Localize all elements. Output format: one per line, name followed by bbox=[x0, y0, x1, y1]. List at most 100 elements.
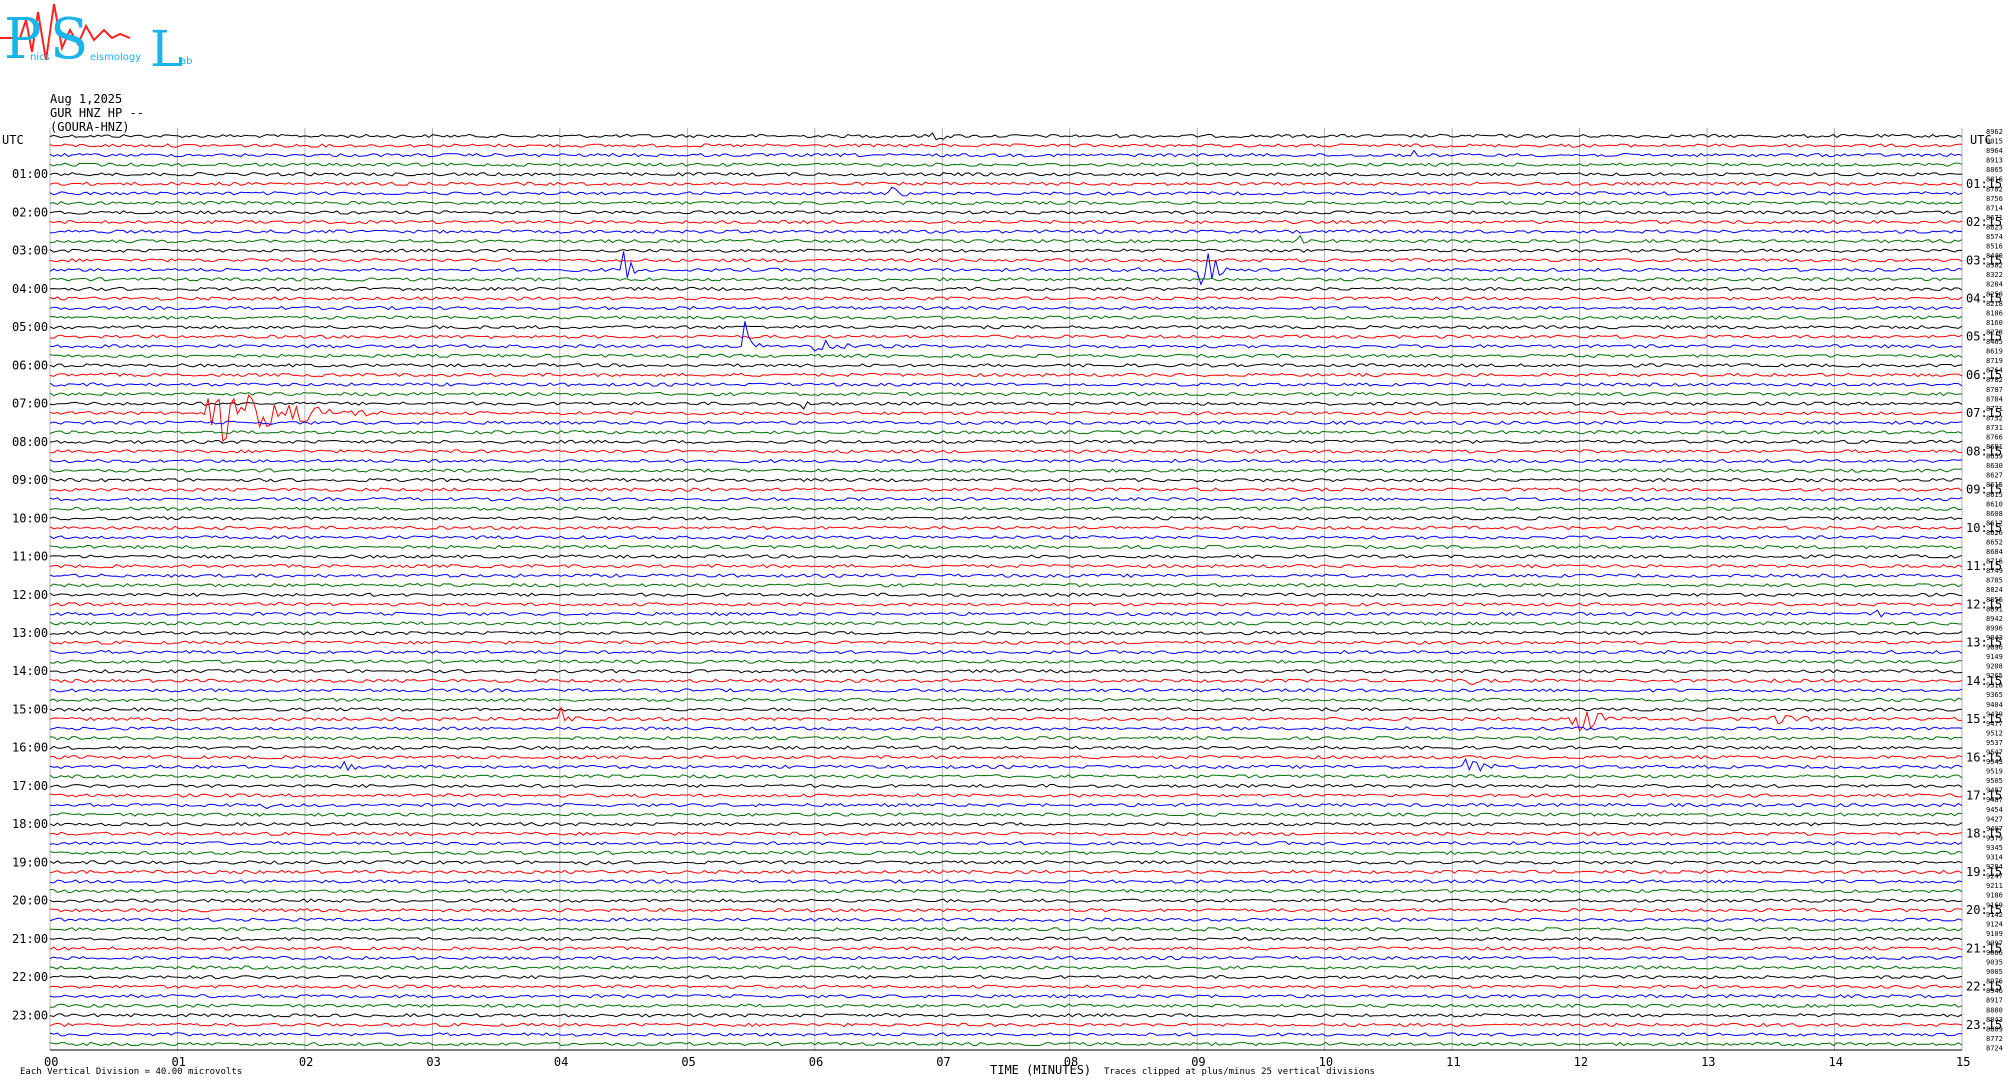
right-count-label: 8671 bbox=[1986, 214, 2003, 222]
right-count-label: 9149 bbox=[1986, 653, 2003, 661]
right-count-label: 8623 bbox=[1986, 223, 2003, 231]
trace-line-21 bbox=[49, 334, 1963, 339]
right-count-label: 9005 bbox=[1986, 968, 2003, 976]
right-count-label: 8782 bbox=[1986, 376, 2003, 384]
trace-line-1 bbox=[49, 143, 1962, 148]
trace-line-59 bbox=[49, 697, 1963, 703]
right-count-label: 9407 bbox=[1986, 825, 2003, 833]
trace-line-72 bbox=[49, 821, 1963, 827]
trace-line-31 bbox=[49, 430, 1963, 435]
trace-line-62 bbox=[49, 726, 1963, 731]
trace-line-53 bbox=[49, 640, 1963, 645]
right-count-label: 8964 bbox=[1986, 147, 2003, 155]
right-count-label: 9379 bbox=[1986, 834, 2003, 842]
right-count-label: 8284 bbox=[1986, 281, 2003, 289]
trace-line-70 bbox=[49, 802, 1963, 810]
right-count-label: 8752 bbox=[1986, 414, 2003, 422]
trace-line-76 bbox=[49, 860, 1963, 866]
trace-line-58 bbox=[49, 688, 1963, 693]
trace-line-85 bbox=[49, 946, 1963, 951]
right-count-label: 9169 bbox=[1986, 901, 2003, 909]
trace-line-34 bbox=[49, 458, 1963, 464]
right-count-label: 8627 bbox=[1986, 472, 2003, 480]
trace-line-25 bbox=[49, 372, 1963, 378]
left-hour-label: 20:00 bbox=[12, 894, 48, 908]
trace-line-3 bbox=[49, 162, 1963, 167]
right-count-label: 9284 bbox=[1986, 863, 2003, 871]
right-count-label: 9454 bbox=[1986, 806, 2003, 814]
left-hour-label: 02:00 bbox=[12, 205, 48, 219]
left-hour-label: 13:00 bbox=[12, 626, 48, 640]
right-count-label: 9487 bbox=[1986, 787, 2003, 795]
left-hour-label: 09:00 bbox=[12, 473, 48, 487]
right-count-label: 8785 bbox=[1986, 577, 2003, 585]
left-hour-label: 22:00 bbox=[12, 970, 48, 984]
trace-line-35 bbox=[49, 468, 1963, 473]
right-count-label: 9186 bbox=[1986, 892, 2003, 900]
right-count-label: 8626 bbox=[1986, 529, 2003, 537]
trace-line-0 bbox=[49, 132, 1963, 141]
trace-line-87 bbox=[49, 965, 1963, 970]
right-count-label: 9477 bbox=[1986, 720, 2003, 728]
right-count-label: 9547 bbox=[1986, 749, 2003, 757]
trace-line-88 bbox=[49, 974, 1963, 980]
right-count-label: 8749 bbox=[1986, 567, 2003, 575]
right-count-label: 8731 bbox=[1986, 424, 2003, 432]
right-count-label: 9066 bbox=[1986, 949, 2003, 957]
x-axis-title: TIME (MINUTES) bbox=[990, 1063, 1091, 1077]
right-count-label: 8942 bbox=[1986, 615, 2003, 623]
left-hour-label: 17:00 bbox=[12, 779, 48, 793]
right-count-label: 9097 bbox=[1986, 939, 2003, 947]
right-count-label: 9512 bbox=[1986, 729, 2003, 737]
trace-line-51 bbox=[49, 621, 1963, 626]
right-count-label: 8976 bbox=[1986, 978, 2003, 986]
right-count-label: 8946 bbox=[1986, 987, 2003, 995]
trace-line-69 bbox=[49, 793, 1963, 798]
right-count-label: 8440 bbox=[1986, 252, 2003, 260]
trace-line-95 bbox=[49, 1041, 1963, 1047]
trace-group bbox=[49, 132, 1963, 1047]
trace-line-75 bbox=[49, 850, 1963, 856]
right-count-label: 8996 bbox=[1986, 624, 2003, 632]
right-count-label: 8724 bbox=[1986, 1044, 2003, 1052]
right-count-label: 9537 bbox=[1986, 739, 2003, 747]
trace-line-90 bbox=[49, 994, 1963, 999]
trace-line-36 bbox=[49, 477, 1963, 483]
right-count-label: 8764 bbox=[1986, 367, 2003, 375]
trace-line-27 bbox=[49, 391, 1963, 397]
right-count-label: 8652 bbox=[1986, 538, 2003, 546]
left-hour-label: 16:00 bbox=[12, 741, 48, 755]
left-hour-label: 23:00 bbox=[12, 1008, 48, 1022]
trace-line-40 bbox=[49, 516, 1963, 521]
trace-line-15 bbox=[49, 277, 1963, 282]
trace-line-38 bbox=[49, 496, 1963, 502]
right-count-label: 8160 bbox=[1986, 319, 2003, 327]
right-count-label: 8772 bbox=[1986, 1035, 2003, 1043]
trace-line-9 bbox=[49, 219, 1963, 225]
trace-line-79 bbox=[50, 888, 1963, 894]
right-count-label: 9096 bbox=[1986, 644, 2003, 652]
x-tick-label-04: 04 bbox=[554, 1055, 568, 1069]
right-count-label: 8630 bbox=[1986, 462, 2003, 470]
right-count-label: 8610 bbox=[1986, 500, 2003, 508]
trace-line-46 bbox=[49, 573, 1963, 578]
x-tick-label-15: 15 bbox=[1956, 1055, 1970, 1069]
trace-line-82 bbox=[49, 917, 1963, 922]
trace-line-18 bbox=[49, 305, 1963, 311]
trace-line-64 bbox=[49, 745, 1963, 750]
right-count-label: 9109 bbox=[1986, 930, 2003, 938]
right-count-label: 9427 bbox=[1986, 815, 2003, 823]
left-hour-label: 18:00 bbox=[12, 817, 48, 831]
right-count-label: 9247 bbox=[1986, 873, 2003, 881]
right-count-label: 8962 bbox=[1986, 128, 2003, 136]
left-hour-label: 01:00 bbox=[12, 167, 48, 181]
division-note: Each Vertical Division = 40.00 microvolt… bbox=[20, 1067, 242, 1077]
right-count-label: 8816 bbox=[1986, 176, 2003, 184]
left-hour-label: 11:00 bbox=[12, 550, 48, 564]
right-count-label: 8681 bbox=[1986, 443, 2003, 451]
right-count-label: 8784 bbox=[1986, 395, 2003, 403]
trace-line-78 bbox=[49, 879, 1963, 884]
right-count-label: 8608 bbox=[1986, 510, 2003, 518]
right-count-label: 8913 bbox=[1986, 157, 2003, 165]
trace-line-93 bbox=[49, 1022, 1963, 1028]
